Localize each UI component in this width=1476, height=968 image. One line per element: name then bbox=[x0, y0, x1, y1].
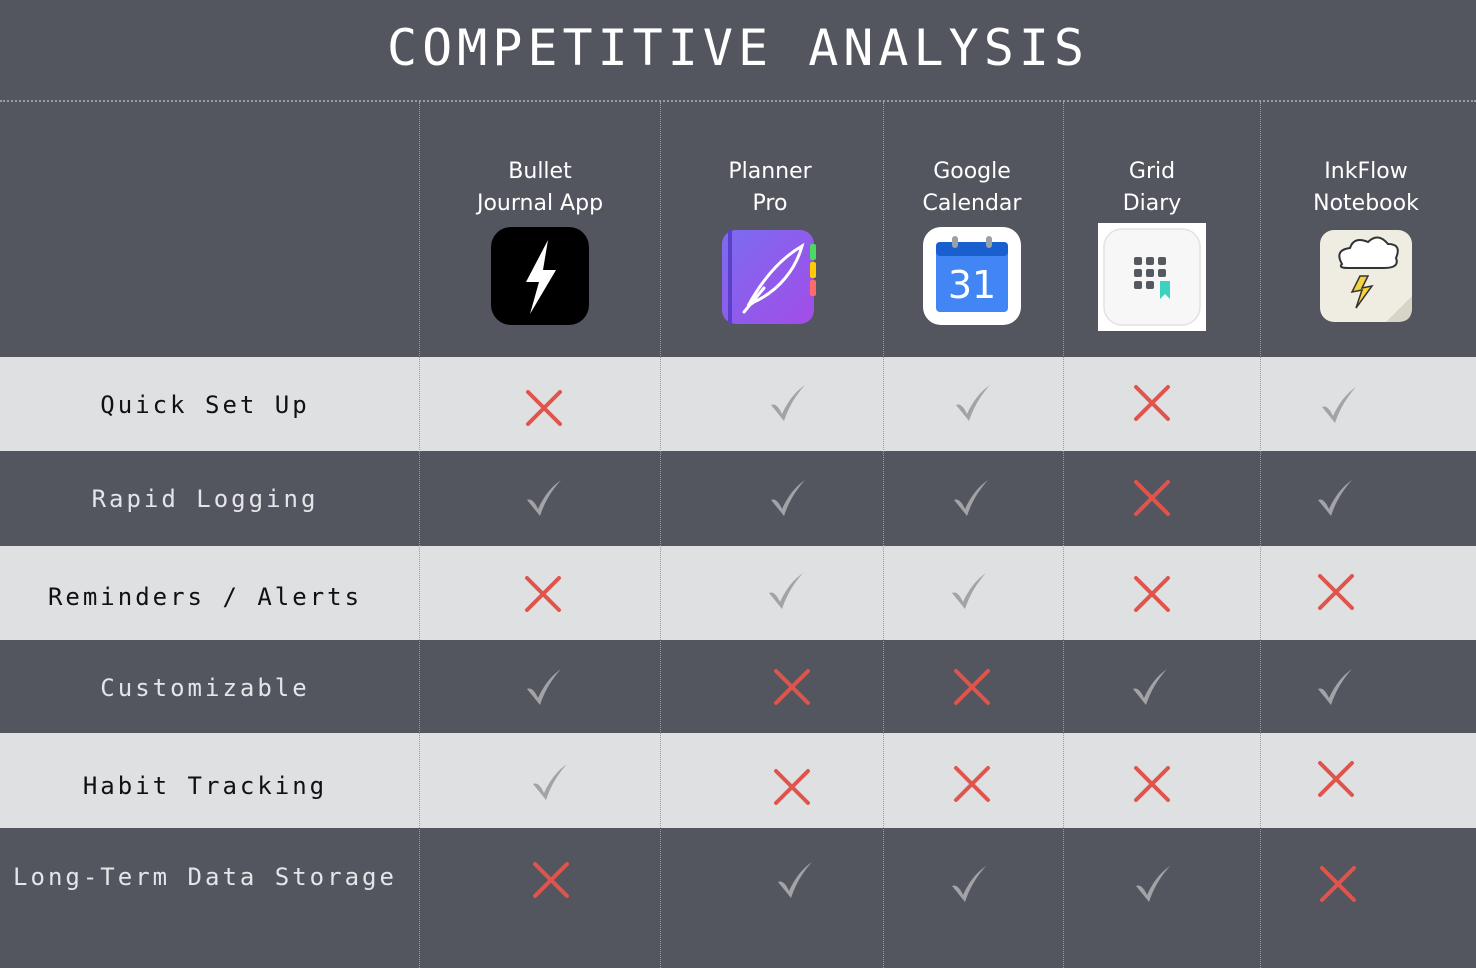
bullet-journal-icon bbox=[490, 226, 590, 326]
feature-row: Reminders / Alerts bbox=[0, 546, 1476, 640]
check-icon bbox=[950, 381, 994, 425]
cross-icon bbox=[1130, 762, 1174, 806]
feature-label: Quick Set Up bbox=[100, 391, 310, 419]
cross-icon bbox=[521, 572, 565, 616]
column-divider bbox=[1260, 102, 1261, 968]
cross-icon bbox=[1130, 381, 1174, 425]
check-icon bbox=[765, 476, 809, 520]
cross-icon bbox=[529, 858, 573, 902]
app-name: Bullet Journal App bbox=[476, 159, 604, 216]
check-icon bbox=[1312, 665, 1356, 709]
feature-label: Customizable bbox=[100, 674, 310, 702]
check-icon bbox=[1312, 476, 1356, 520]
check-icon bbox=[1130, 862, 1174, 906]
cross-icon bbox=[950, 665, 994, 709]
feature-row: Long-Term Data Storage bbox=[0, 828, 1476, 968]
check-icon bbox=[948, 476, 992, 520]
cross-icon bbox=[522, 386, 566, 430]
feature-row: Rapid Logging bbox=[0, 451, 1476, 546]
check-icon bbox=[946, 569, 990, 613]
cross-icon bbox=[1314, 757, 1358, 801]
cross-icon bbox=[770, 665, 814, 709]
column-divider bbox=[1063, 102, 1064, 968]
check-icon bbox=[527, 760, 571, 804]
feature-label: Reminders / Alerts bbox=[47, 583, 363, 611]
grid-diary-icon bbox=[1098, 223, 1206, 331]
cross-icon bbox=[1314, 570, 1358, 614]
check-icon bbox=[763, 569, 807, 613]
app-name: InkFlow Notebook bbox=[1313, 159, 1419, 216]
cross-icon bbox=[1130, 572, 1174, 616]
check-icon bbox=[765, 381, 809, 425]
google-calendar-icon: 31 bbox=[922, 226, 1022, 326]
feature-label: Rapid Logging bbox=[91, 485, 319, 513]
column-divider bbox=[883, 102, 884, 968]
feature-row: Habit Tracking bbox=[0, 733, 1476, 828]
page-title: COMPETITIVE ANALYSIS bbox=[386, 19, 1090, 77]
check-icon bbox=[1127, 665, 1171, 709]
feature-row: Quick Set Up bbox=[0, 357, 1476, 451]
inkflow-notebook-icon bbox=[1316, 226, 1416, 326]
cross-icon bbox=[1316, 862, 1360, 906]
svg-text:31: 31 bbox=[948, 263, 996, 307]
check-icon bbox=[1316, 383, 1360, 427]
planner-pro-icon bbox=[720, 226, 820, 326]
cross-icon bbox=[770, 765, 814, 809]
feature-row: Customizable bbox=[0, 640, 1476, 733]
title-divider bbox=[0, 100, 1476, 102]
app-name: Grid Diary bbox=[1122, 159, 1182, 216]
cross-icon bbox=[1130, 476, 1174, 520]
check-icon bbox=[946, 862, 990, 906]
check-icon bbox=[772, 858, 816, 902]
feature-label: Habit Tracking bbox=[82, 772, 328, 800]
feature-label: Long-Term Data Storage bbox=[13, 863, 397, 891]
column-divider bbox=[419, 102, 420, 968]
cross-icon bbox=[950, 762, 994, 806]
check-icon bbox=[521, 665, 565, 709]
check-icon bbox=[521, 476, 565, 520]
column-divider bbox=[660, 102, 661, 968]
app-name: Planner Pro bbox=[728, 159, 812, 216]
